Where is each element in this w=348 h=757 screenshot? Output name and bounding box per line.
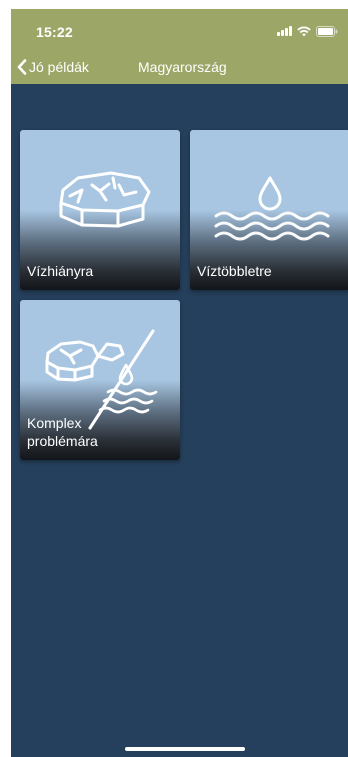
tile-label: Víztöbbletre <box>197 263 272 279</box>
app-header: 15:22 Jó példák Magyarország <box>11 9 348 84</box>
tile-label: Vízhiányra <box>27 263 94 279</box>
status-time: 15:22 <box>36 24 73 40</box>
signal-icon <box>277 26 292 36</box>
home-indicator[interactable] <box>125 747 245 751</box>
page-title: Magyarország <box>138 59 227 75</box>
tile-viztobbletre[interactable]: Víztöbbletre <box>190 130 348 290</box>
wifi-icon <box>297 26 311 36</box>
chevron-left-icon <box>17 59 27 75</box>
tile-vizhianyra[interactable]: Vízhiányra <box>20 130 180 290</box>
back-label: Jó példák <box>29 59 89 75</box>
tile-komplex-problemara[interactable]: Komplex problémára <box>20 300 180 460</box>
status-bar: 15:22 <box>11 9 348 45</box>
phone-screen: 15:22 Jó példák Magyarország Vízhiányra … <box>11 9 348 757</box>
navigation-bar: Jó példák Magyarország <box>11 57 348 81</box>
status-icons <box>277 24 338 38</box>
tile-grid: Vízhiányra Víztöbbletre Komplex problémá… <box>11 84 348 757</box>
back-button[interactable]: Jó példák <box>17 57 89 77</box>
battery-icon <box>316 25 338 37</box>
tile-label: Komplex problémára <box>27 415 98 449</box>
